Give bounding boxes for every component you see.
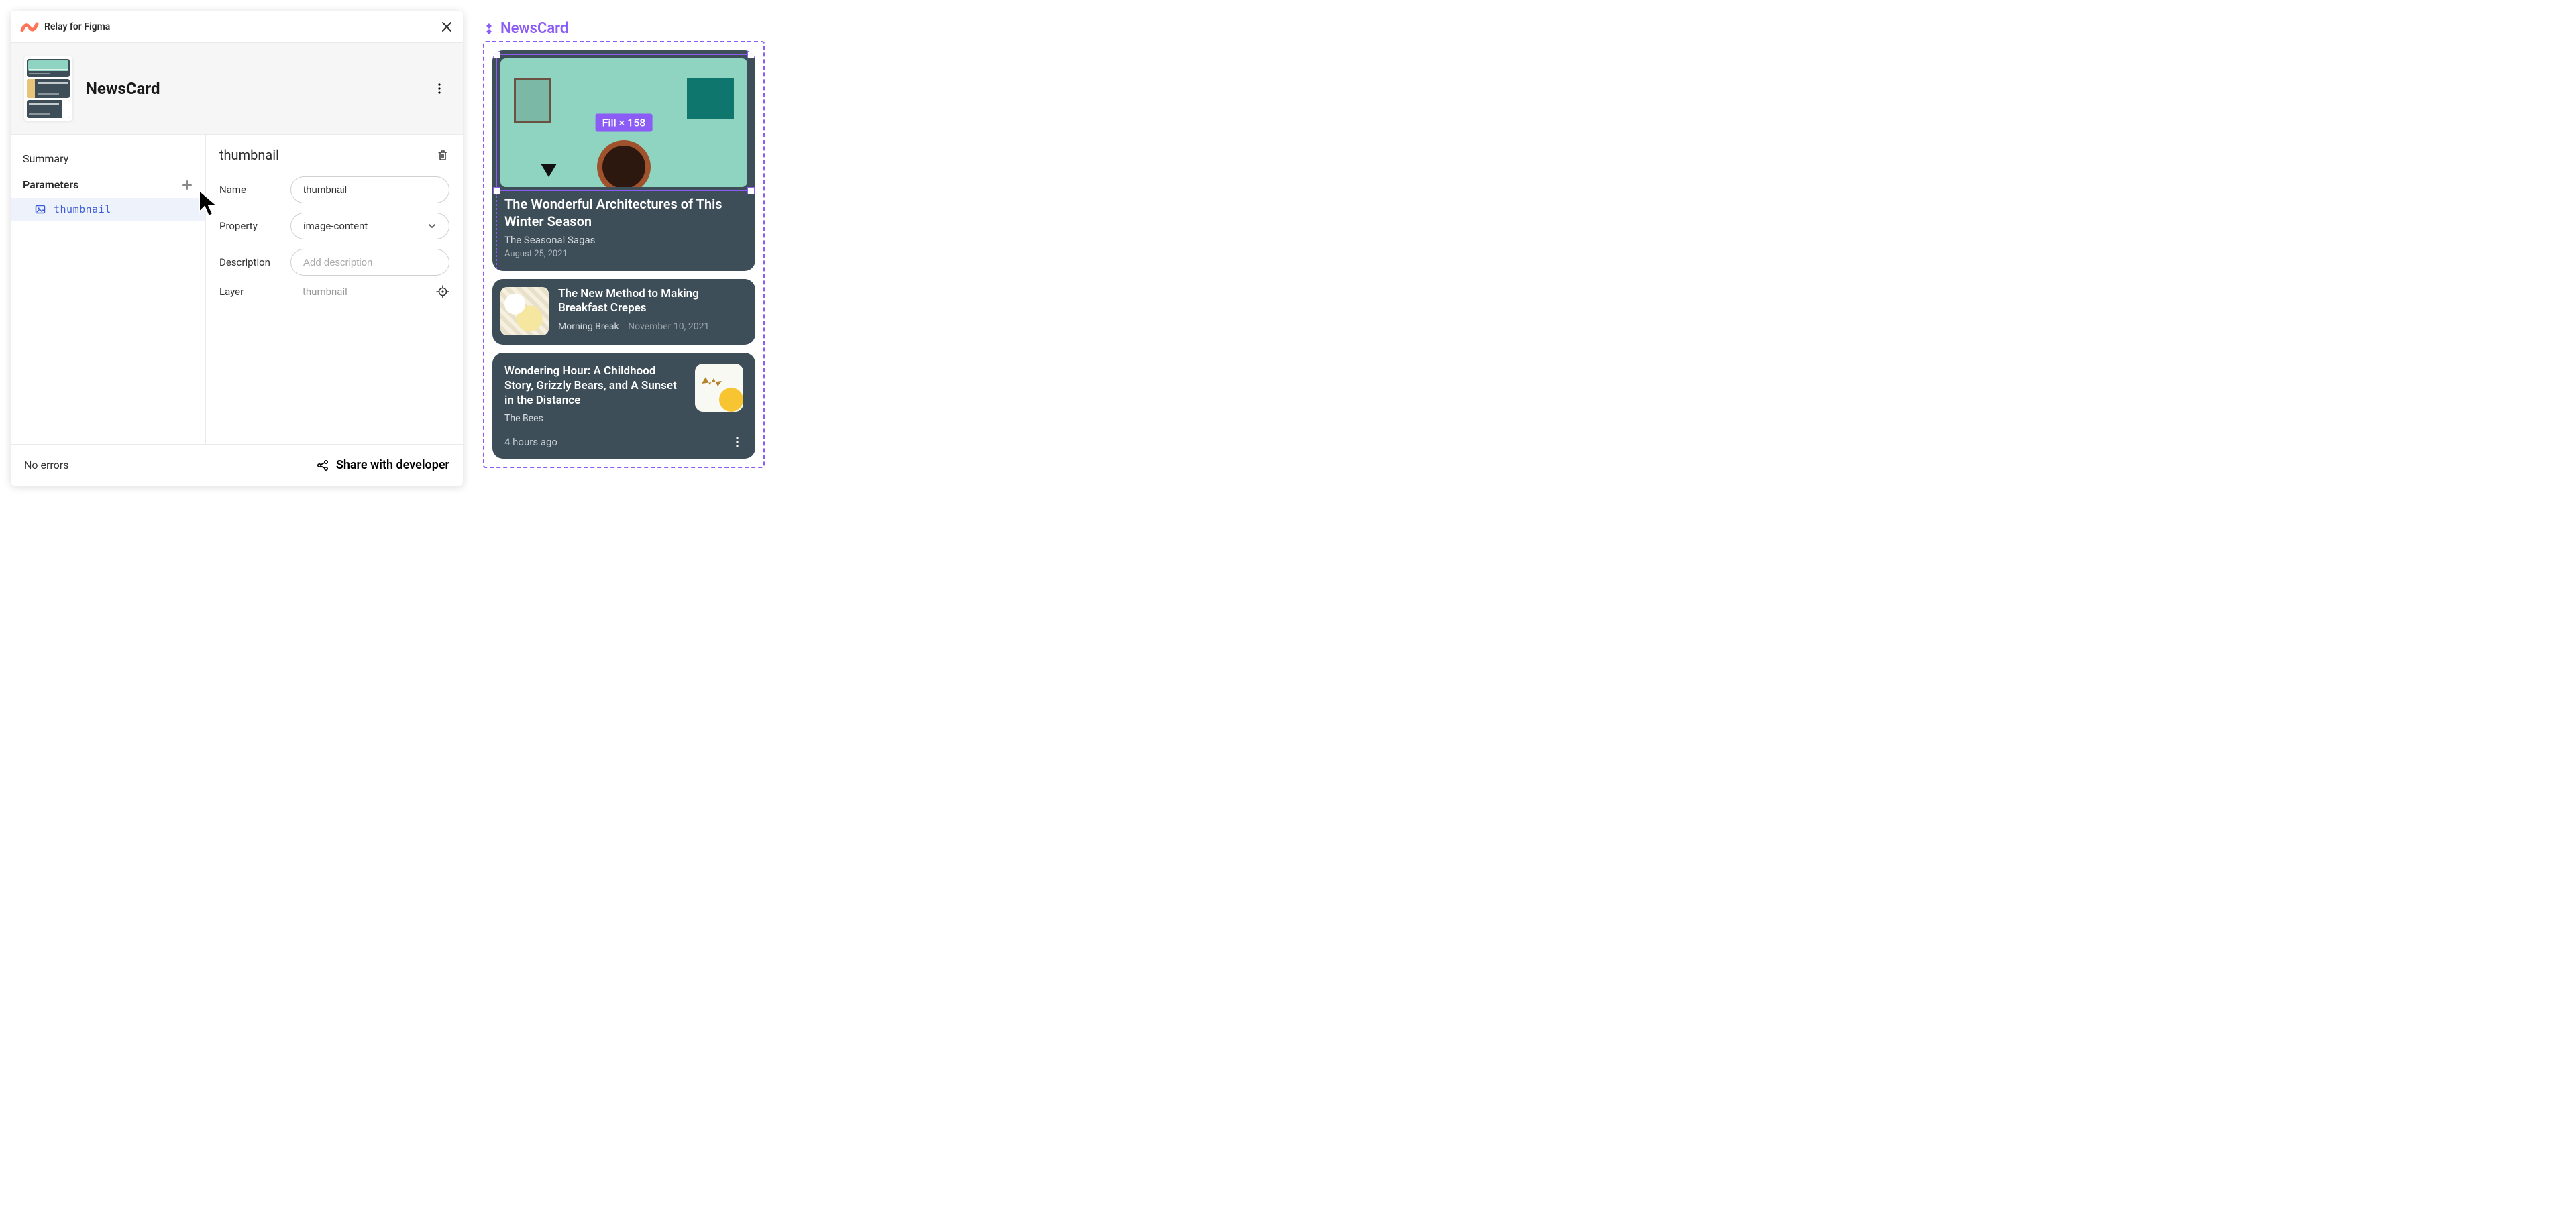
story-title: Wondering Hour: A Childhood Story, Grizz… xyxy=(504,364,686,408)
name-label: Name xyxy=(219,184,280,196)
panel-body: Summary Parameters thumbnail thumbnail xyxy=(11,135,463,444)
parameter-item-label: thumbnail xyxy=(54,203,111,215)
sidebar: Summary Parameters thumbnail xyxy=(11,135,206,444)
selection-handle-tl[interactable] xyxy=(493,51,500,58)
news-card-hero[interactable]: Fill × 158 The Wonderful Architectures o… xyxy=(492,50,755,271)
figma-component-frame[interactable]: Fill × 158 The Wonderful Architectures o… xyxy=(483,41,765,468)
name-input[interactable] xyxy=(290,176,449,203)
selection-rect[interactable]: Fill × 158 xyxy=(496,54,751,191)
chevron-down-icon xyxy=(427,221,437,231)
plugin-titlebar: Relay for Figma xyxy=(11,11,463,43)
delete-icon[interactable] xyxy=(436,148,449,162)
description-label: Description xyxy=(219,256,280,268)
relay-plugin-panel: Relay for Figma NewsCard Summary Paramet… xyxy=(11,11,463,486)
news-card-list[interactable]: The New Method to Making Breakfast Crepe… xyxy=(492,279,755,345)
locate-layer-icon[interactable] xyxy=(436,285,449,298)
close-icon[interactable] xyxy=(440,20,453,34)
share-label: Share with developer xyxy=(336,458,449,472)
figma-canvas: NewsCard Fill × 158 The Wonderfu xyxy=(483,20,765,468)
hero-thumbnail-wrapper: Fill × 158 xyxy=(500,58,747,187)
property-label: Property xyxy=(219,220,280,232)
share-with-developer-button[interactable]: Share with developer xyxy=(316,458,449,472)
property-value: image-content xyxy=(303,220,368,232)
figma-component-name: NewsCard xyxy=(500,20,568,37)
share-icon xyxy=(316,459,329,472)
component-header: NewsCard xyxy=(11,43,463,135)
hero-title: The Wonderful Architectures of This Wint… xyxy=(504,195,743,230)
component-name: NewsCard xyxy=(86,79,429,98)
story-source: The Bees xyxy=(504,413,686,424)
panel-footer: No errors Share with developer xyxy=(11,444,463,486)
list-source: Morning Break xyxy=(558,321,619,332)
add-parameter-icon[interactable] xyxy=(181,179,193,191)
story-thumbnail xyxy=(695,364,743,412)
more-vertical-icon[interactable] xyxy=(429,78,449,99)
list-thumbnail xyxy=(500,287,549,335)
sidebar-summary[interactable]: Summary xyxy=(11,146,205,172)
layer-value: thumbnail xyxy=(290,286,425,298)
errors-status: No errors xyxy=(24,459,68,471)
news-card-story[interactable]: Wondering Hour: A Childhood Story, Grizz… xyxy=(492,353,755,459)
image-icon xyxy=(35,204,46,215)
list-date: November 10, 2021 xyxy=(628,321,709,332)
hero-date: August 25, 2021 xyxy=(504,249,743,259)
component-icon xyxy=(483,23,495,35)
layer-label: Layer xyxy=(219,286,280,298)
figma-component-label[interactable]: NewsCard xyxy=(483,20,765,37)
parameter-item-thumbnail[interactable]: thumbnail xyxy=(11,198,205,221)
description-input[interactable] xyxy=(290,249,449,276)
parameters-label: Parameters xyxy=(23,178,78,191)
sidebar-parameters-heading[interactable]: Parameters xyxy=(11,172,205,198)
property-select[interactable]: image-content xyxy=(290,213,449,239)
list-title: The New Method to Making Breakfast Crepe… xyxy=(558,287,745,316)
relay-logo-icon xyxy=(20,21,39,33)
hero-subtitle: The Seasonal Sagas xyxy=(504,234,743,246)
plugin-title: Relay for Figma xyxy=(44,21,440,32)
component-preview-thumbnail xyxy=(24,56,72,121)
selection-size-badge: Fill × 158 xyxy=(596,114,653,132)
parameter-detail-title: thumbnail xyxy=(219,147,279,163)
selection-handle-tr[interactable] xyxy=(747,51,755,58)
more-vertical-icon[interactable] xyxy=(731,436,743,448)
parameter-detail-pane: thumbnail Name Property image-content xyxy=(206,135,463,444)
story-time-ago: 4 hours ago xyxy=(504,436,557,448)
